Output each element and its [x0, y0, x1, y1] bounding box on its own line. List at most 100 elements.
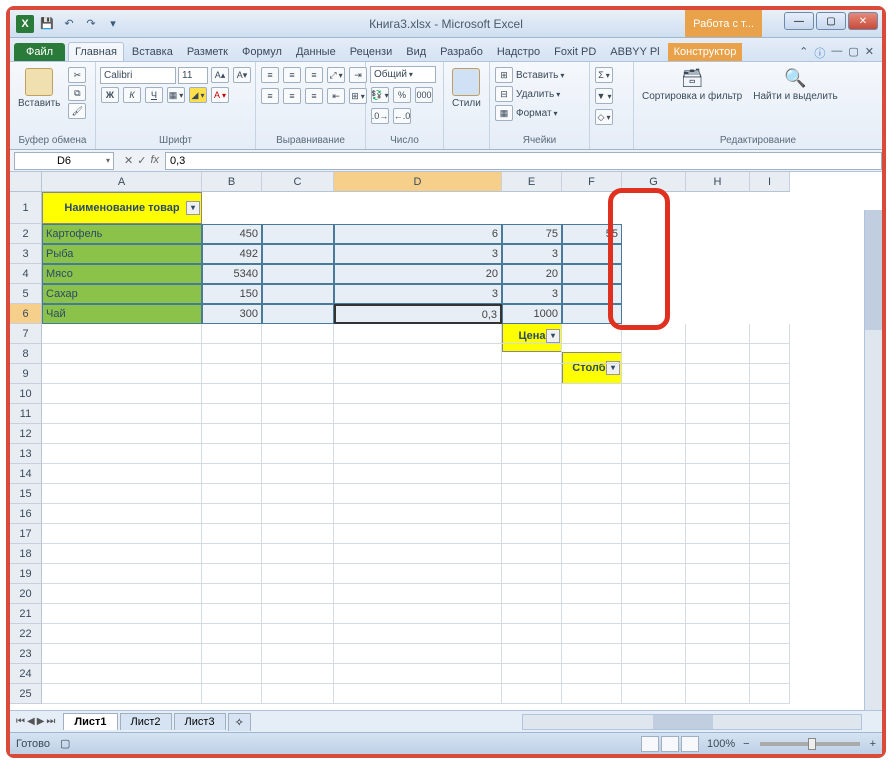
- empty-cell[interactable]: [202, 664, 262, 684]
- table-cell[interactable]: [262, 224, 334, 244]
- empty-cell[interactable]: [202, 524, 262, 544]
- row-header-22[interactable]: 22: [10, 624, 42, 644]
- empty-cell[interactable]: [686, 664, 750, 684]
- find-select-button[interactable]: 🔍 Найти и выделить: [749, 66, 841, 104]
- empty-cell[interactable]: [334, 484, 502, 504]
- empty-cell[interactable]: [750, 604, 790, 624]
- align-center[interactable]: ≡: [283, 88, 301, 104]
- align-middle[interactable]: ≡: [283, 67, 301, 83]
- row-header-14[interactable]: 14: [10, 464, 42, 484]
- column-header-C[interactable]: C: [262, 172, 334, 192]
- font-size-combo[interactable]: 11: [178, 67, 208, 84]
- empty-cell[interactable]: [502, 524, 562, 544]
- bold-button[interactable]: Ж: [101, 87, 119, 103]
- empty-cell[interactable]: [42, 664, 202, 684]
- cancel-icon[interactable]: ✕: [124, 154, 133, 167]
- table-cell[interactable]: [562, 304, 622, 324]
- empty-cell[interactable]: [750, 544, 790, 564]
- empty-cell[interactable]: [750, 344, 790, 364]
- column-header-D[interactable]: D: [334, 172, 502, 192]
- font-color-button[interactable]: A: [211, 87, 229, 103]
- table-cell[interactable]: [262, 304, 334, 324]
- empty-cell[interactable]: [262, 524, 334, 544]
- sheet-tab-2[interactable]: Лист2: [120, 713, 172, 730]
- tab-foxit[interactable]: Foxit PD: [548, 43, 602, 61]
- empty-cell[interactable]: [562, 544, 622, 564]
- window-restore-icon[interactable]: ▢: [848, 45, 858, 61]
- table-cell[interactable]: 5340: [202, 264, 262, 284]
- styles-button[interactable]: Стили: [448, 66, 485, 111]
- table-cell[interactable]: [262, 244, 334, 264]
- sheet-nav-prev[interactable]: ◀: [27, 716, 35, 727]
- empty-cell[interactable]: [562, 524, 622, 544]
- empty-cell[interactable]: [622, 404, 686, 424]
- table-cell-name[interactable]: Рыба: [42, 244, 202, 264]
- empty-cell[interactable]: [42, 504, 202, 524]
- empty-cell[interactable]: [750, 584, 790, 604]
- window-close-icon[interactable]: ✕: [865, 45, 874, 61]
- empty-cell[interactable]: [202, 444, 262, 464]
- empty-cell[interactable]: [502, 504, 562, 524]
- empty-cell[interactable]: [202, 404, 262, 424]
- table-cell[interactable]: 450: [202, 224, 262, 244]
- empty-cell[interactable]: [622, 544, 686, 564]
- empty-cell[interactable]: [202, 384, 262, 404]
- row-header-23[interactable]: 23: [10, 644, 42, 664]
- grow-font[interactable]: A▴: [211, 67, 229, 83]
- empty-cell[interactable]: [622, 524, 686, 544]
- sheet-tab-1[interactable]: Лист1: [63, 713, 117, 730]
- tab-home[interactable]: Главная: [68, 42, 124, 61]
- empty-cell[interactable]: [750, 364, 790, 384]
- cut-button[interactable]: ✂: [68, 67, 86, 83]
- help-icon[interactable]: ⓘ: [814, 45, 825, 61]
- table-cell-name[interactable]: Картофель: [42, 224, 202, 244]
- wrap-text[interactable]: ⇥: [349, 67, 367, 83]
- row-header-24[interactable]: 24: [10, 664, 42, 684]
- zoom-level[interactable]: 100%: [707, 738, 735, 750]
- tab-layout[interactable]: Разметк: [181, 43, 234, 61]
- empty-cell[interactable]: [686, 444, 750, 464]
- empty-cell[interactable]: [334, 444, 502, 464]
- font-name-combo[interactable]: Calibri: [100, 67, 176, 84]
- empty-cell[interactable]: [622, 624, 686, 644]
- orientation[interactable]: ⤢: [327, 67, 345, 83]
- table-cell[interactable]: 1000: [502, 304, 562, 324]
- indent-dec[interactable]: ⇤: [327, 88, 345, 104]
- empty-cell[interactable]: [502, 444, 562, 464]
- empty-cell[interactable]: [502, 544, 562, 564]
- empty-cell[interactable]: [750, 324, 790, 344]
- empty-cell[interactable]: [334, 504, 502, 524]
- empty-cell[interactable]: [502, 484, 562, 504]
- empty-cell[interactable]: [686, 364, 750, 384]
- empty-cell[interactable]: [502, 664, 562, 684]
- empty-cell[interactable]: [750, 484, 790, 504]
- empty-cell[interactable]: [42, 564, 202, 584]
- insert-cells[interactable]: ⊞: [495, 67, 513, 83]
- empty-cell[interactable]: [502, 584, 562, 604]
- empty-cell[interactable]: [202, 564, 262, 584]
- table-cell[interactable]: 492: [202, 244, 262, 264]
- empty-cell[interactable]: [622, 564, 686, 584]
- row-header-21[interactable]: 21: [10, 604, 42, 624]
- empty-cell[interactable]: [750, 564, 790, 584]
- empty-cell[interactable]: [750, 624, 790, 644]
- empty-cell[interactable]: [334, 624, 502, 644]
- row-header-3[interactable]: 3: [10, 244, 42, 264]
- table-cell[interactable]: 150: [202, 284, 262, 304]
- empty-cell[interactable]: [562, 424, 622, 444]
- empty-cell[interactable]: [202, 544, 262, 564]
- empty-cell[interactable]: [202, 604, 262, 624]
- empty-cell[interactable]: [562, 624, 622, 644]
- currency-button[interactable]: 💱: [371, 87, 389, 103]
- file-tab[interactable]: Файл: [14, 43, 65, 61]
- empty-cell[interactable]: [334, 644, 502, 664]
- tab-formulas[interactable]: Формул: [236, 43, 288, 61]
- empty-cell[interactable]: [262, 644, 334, 664]
- table-cell[interactable]: 55: [562, 224, 622, 244]
- empty-cell[interactable]: [562, 404, 622, 424]
- delete-cells[interactable]: ⊟: [495, 86, 513, 102]
- table-cell[interactable]: 75: [502, 224, 562, 244]
- row-header-19[interactable]: 19: [10, 564, 42, 584]
- empty-cell[interactable]: [202, 344, 262, 364]
- empty-cell[interactable]: [686, 684, 750, 704]
